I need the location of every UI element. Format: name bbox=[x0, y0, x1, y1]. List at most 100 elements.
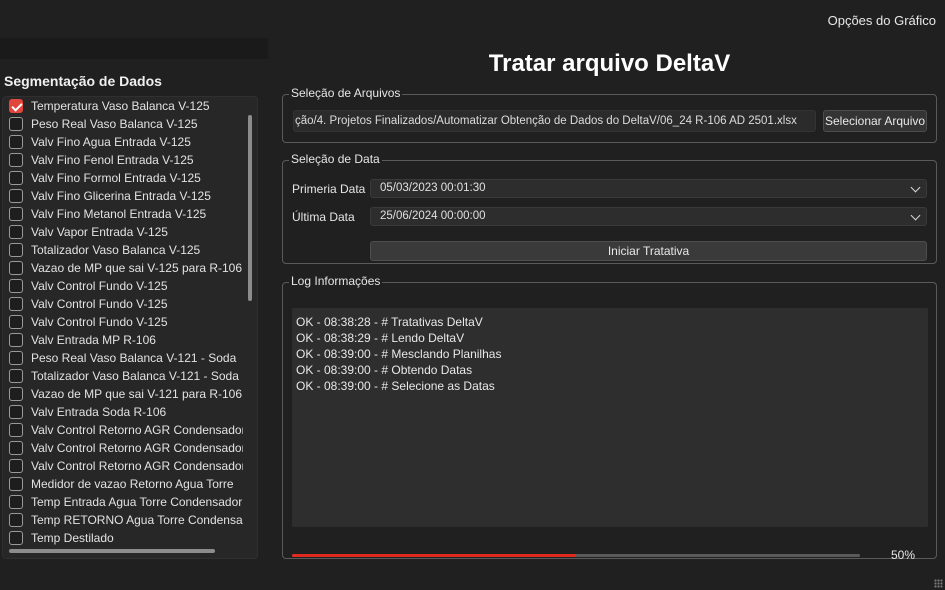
list-item-label: Valv Control Retorno AGR Condensador bbox=[31, 459, 243, 473]
list-item-label: Valv Fino Fenol Entrada V-125 bbox=[31, 153, 194, 167]
checkbox[interactable] bbox=[9, 351, 23, 365]
list-item-label: Temperatura Vaso Balanca V-125 bbox=[31, 99, 210, 113]
checkbox[interactable] bbox=[9, 279, 23, 293]
file-path-field[interactable]: ção/4. Projetos Finalizados/Automatizar … bbox=[293, 110, 816, 132]
checkbox[interactable] bbox=[9, 513, 23, 527]
checkbox[interactable] bbox=[9, 477, 23, 491]
list-item[interactable]: Temp Entrada Agua Torre Condensador bbox=[3, 493, 243, 511]
last-date-combobox[interactable]: 25/06/2024 00:00:00 bbox=[370, 207, 927, 226]
list-item-label: Temp Destilado bbox=[31, 531, 114, 545]
list-item[interactable]: Medidor de vazao Retorno Agua Torre bbox=[3, 475, 243, 493]
list-item-label: Vazao de MP que sai V-121 para R-106 bbox=[31, 387, 243, 401]
list-item-label: Totalizador Vaso Balanca V-121 - Soda bbox=[31, 369, 239, 383]
checkbox[interactable] bbox=[9, 459, 23, 473]
list-item[interactable]: Valv Fino Glicerina Entrada V-125 bbox=[3, 187, 243, 205]
list-item[interactable]: Peso Real Vaso Balanca V-125 bbox=[3, 115, 243, 133]
segmentation-list-panel[interactable]: Temperatura Vaso Balanca V-125 Peso Real … bbox=[2, 96, 258, 559]
list-item-label: Valv Fino Metanol Entrada V-125 bbox=[31, 207, 207, 221]
list-item-label: Valv Control Retorno AGR Condensador bbox=[31, 441, 243, 455]
checkbox[interactable] bbox=[9, 171, 23, 185]
checkbox[interactable] bbox=[9, 531, 23, 545]
log-line: OK - 08:38:28 - # Tratativas DeltaV bbox=[296, 315, 483, 329]
list-item[interactable]: Valv Control Retorno AGR Condensador bbox=[3, 439, 243, 457]
list-item[interactable]: Valv Control Fundo V-125 bbox=[3, 295, 243, 313]
list-item-label: Totalizador Vaso Balanca V-125 bbox=[31, 243, 201, 257]
list-item[interactable]: Peso Real Vaso Balanca V-121 - Soda bbox=[3, 349, 243, 367]
checkbox[interactable] bbox=[9, 243, 23, 257]
list-item[interactable]: Temperatura Vaso Balanca V-125 bbox=[3, 97, 243, 115]
list-item[interactable]: Temp Destilado bbox=[3, 529, 243, 547]
date-selection-group: Seleção de Data Primeria Data 05/03/2023… bbox=[282, 152, 937, 264]
list-item[interactable]: Totalizador Vaso Balanca V-125 bbox=[3, 241, 243, 259]
select-file-button[interactable]: Selecionar Arquivo bbox=[823, 110, 927, 132]
list-item-label: Vazao de MP que sai V-125 para R-106 bbox=[31, 261, 243, 275]
checkbox[interactable] bbox=[9, 315, 23, 329]
vertical-scrollbar[interactable] bbox=[248, 115, 252, 301]
list-item[interactable]: Valv Control Retorno AGR Condensador bbox=[3, 457, 243, 475]
list-item-label: Valv Control Fundo V-125 bbox=[31, 297, 168, 311]
list-item-label: Peso Real Vaso Balanca V-121 - Soda bbox=[31, 351, 237, 365]
list-item[interactable]: Vazao de MP que sai V-121 para R-106 bbox=[3, 385, 243, 403]
list-item[interactable]: Valv Fino Metanol Entrada V-125 bbox=[3, 205, 243, 223]
segmentation-list: Temperatura Vaso Balanca V-125 Peso Real … bbox=[3, 97, 243, 547]
list-item[interactable]: Valv Entrada Soda R-106 bbox=[3, 403, 243, 421]
list-item-label: Temp RETORNO Agua Torre Condensador bbox=[31, 513, 243, 527]
log-text-area[interactable]: OK - 08:38:28 - # Tratativas DeltaV OK - … bbox=[292, 308, 928, 527]
checkbox[interactable] bbox=[9, 423, 23, 437]
checkbox[interactable] bbox=[9, 387, 23, 401]
progress-percentage: 50% bbox=[890, 548, 915, 562]
list-item[interactable]: Valv Fino Agua Entrada V-125 bbox=[3, 133, 243, 151]
file-selection-group: Seleção de Arquivos ção/4. Projetos Fina… bbox=[282, 86, 937, 143]
left-top-bar bbox=[0, 38, 268, 59]
resize-grip-icon[interactable] bbox=[934, 579, 943, 588]
chevron-down-icon bbox=[910, 182, 921, 193]
checkbox[interactable] bbox=[9, 441, 23, 455]
progress-bar bbox=[292, 554, 860, 557]
list-item[interactable]: Vazao de MP que sai V-125 para R-106 bbox=[3, 259, 243, 277]
start-processing-button[interactable]: Iniciar Tratativa bbox=[370, 241, 927, 261]
last-date-value: 25/06/2024 00:00:00 bbox=[380, 210, 486, 222]
list-item-label: Valv Vapor Entrada V-125 bbox=[31, 225, 168, 239]
checkbox[interactable] bbox=[9, 207, 23, 221]
log-line: OK - 08:38:29 - # Lendo DeltaV bbox=[296, 331, 465, 345]
list-item-label: Peso Real Vaso Balanca V-125 bbox=[31, 117, 198, 131]
checkbox[interactable] bbox=[9, 261, 23, 275]
checkbox[interactable] bbox=[9, 117, 23, 131]
checkbox[interactable] bbox=[9, 297, 23, 311]
list-item[interactable]: Valv Control Retorno AGR Condensador bbox=[3, 421, 243, 439]
checkbox-checked[interactable] bbox=[9, 99, 23, 113]
list-item[interactable]: Valv Control Fundo V-125 bbox=[3, 277, 243, 295]
log-legend: Log Informações bbox=[289, 274, 383, 288]
list-item[interactable]: Valv Control Fundo V-125 bbox=[3, 313, 243, 331]
checkbox[interactable] bbox=[9, 369, 23, 383]
checkbox[interactable] bbox=[9, 333, 23, 347]
list-item-label: Valv Fino Agua Entrada V-125 bbox=[31, 135, 191, 149]
log-line: OK - 08:39:00 - # Obtendo Datas bbox=[296, 363, 473, 377]
checkbox[interactable] bbox=[9, 189, 23, 203]
first-date-combobox[interactable]: 05/03/2023 00:01:30 bbox=[370, 179, 927, 198]
checkbox[interactable] bbox=[9, 225, 23, 239]
list-item[interactable]: Totalizador Vaso Balanca V-121 - Soda bbox=[3, 367, 243, 385]
progress-fill bbox=[292, 554, 576, 557]
checkbox[interactable] bbox=[9, 405, 23, 419]
horizontal-scrollbar[interactable] bbox=[9, 549, 215, 553]
checkbox[interactable] bbox=[9, 153, 23, 167]
list-item[interactable]: Valv Fino Fenol Entrada V-125 bbox=[3, 151, 243, 169]
segmentation-title: Segmentação de Dados bbox=[4, 73, 162, 89]
log-line: OK - 08:39:00 - # Selecione as Datas bbox=[296, 379, 495, 393]
list-item-label: Valv Entrada MP R-106 bbox=[31, 333, 156, 347]
list-item[interactable]: Valv Fino Formol Entrada V-125 bbox=[3, 169, 243, 187]
last-date-label: Última Data bbox=[292, 210, 355, 224]
chart-options-menu[interactable]: Opções do Gráfico bbox=[828, 13, 936, 28]
chevron-down-icon bbox=[910, 210, 921, 221]
checkbox[interactable] bbox=[9, 135, 23, 149]
list-item[interactable]: Valv Vapor Entrada V-125 bbox=[3, 223, 243, 241]
list-item[interactable]: Temp RETORNO Agua Torre Condensador bbox=[3, 511, 243, 529]
list-item[interactable]: Valv Entrada MP R-106 bbox=[3, 331, 243, 349]
first-date-label: Primeria Data bbox=[292, 182, 366, 196]
list-item-label: Valv Fino Glicerina Entrada V-125 bbox=[31, 189, 211, 203]
list-item-label: Medidor de vazao Retorno Agua Torre bbox=[31, 477, 234, 491]
date-selection-legend: Seleção de Data bbox=[289, 152, 382, 166]
checkbox[interactable] bbox=[9, 495, 23, 509]
list-item-label: Valv Control Fundo V-125 bbox=[31, 279, 168, 293]
